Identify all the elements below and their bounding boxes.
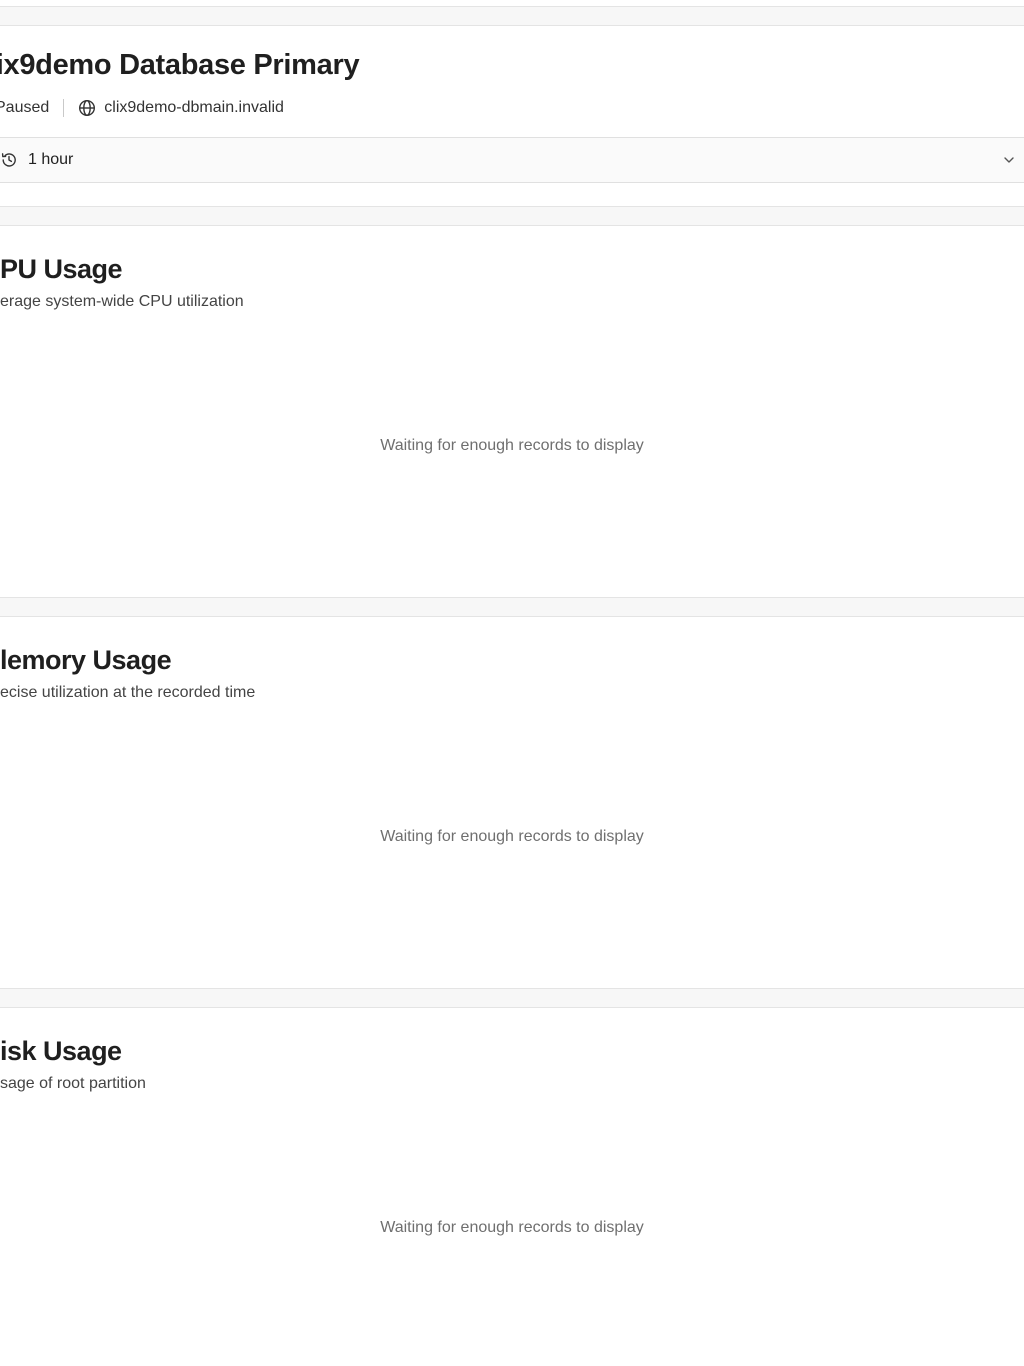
cpu-usage-title: PU Usage: [0, 254, 123, 284]
host-link[interactable]: clix9demo-dbmain.invalid: [104, 99, 284, 117]
chevron-down-icon: [1002, 153, 1016, 167]
top-strip: [0, 0, 1024, 7]
cpu-usage-empty-state: Waiting for enough records to display: [380, 437, 644, 454]
disk-usage-card: isk Usage sage of root partition Waiting…: [0, 1007, 1024, 1366]
memory-usage-title: lemory Usage: [0, 645, 172, 675]
meta-divider: [63, 99, 65, 117]
history-icon: [0, 151, 18, 169]
disk-usage-empty-state: Waiting for enough records to display: [380, 1219, 644, 1236]
system-meta: Paused clix9demo-dbmain.invalid: [0, 97, 284, 119]
disk-usage-subtitle: sage of root partition: [0, 1075, 146, 1092]
time-range-select[interactable]: 1 hour: [0, 137, 1024, 183]
memory-usage-card: lemory Usage ecise utilization at the re…: [0, 616, 1024, 989]
page: lix9demo Database Primary Paused clix9de…: [0, 0, 1024, 1366]
time-range-label: 1 hour: [28, 151, 74, 168]
cpu-usage-subtitle: erage system-wide CPU utilization: [0, 293, 244, 310]
globe-icon: [78, 99, 96, 117]
status-badge: Paused: [0, 99, 50, 116]
cpu-usage-card: PU Usage erage system-wide CPU utilizati…: [0, 225, 1024, 598]
memory-usage-empty-state: Waiting for enough records to display: [380, 828, 644, 845]
memory-usage-subtitle: ecise utilization at the recorded time: [0, 684, 256, 701]
disk-usage-title: isk Usage: [0, 1036, 122, 1066]
system-title: lix9demo Database Primary: [0, 49, 360, 81]
